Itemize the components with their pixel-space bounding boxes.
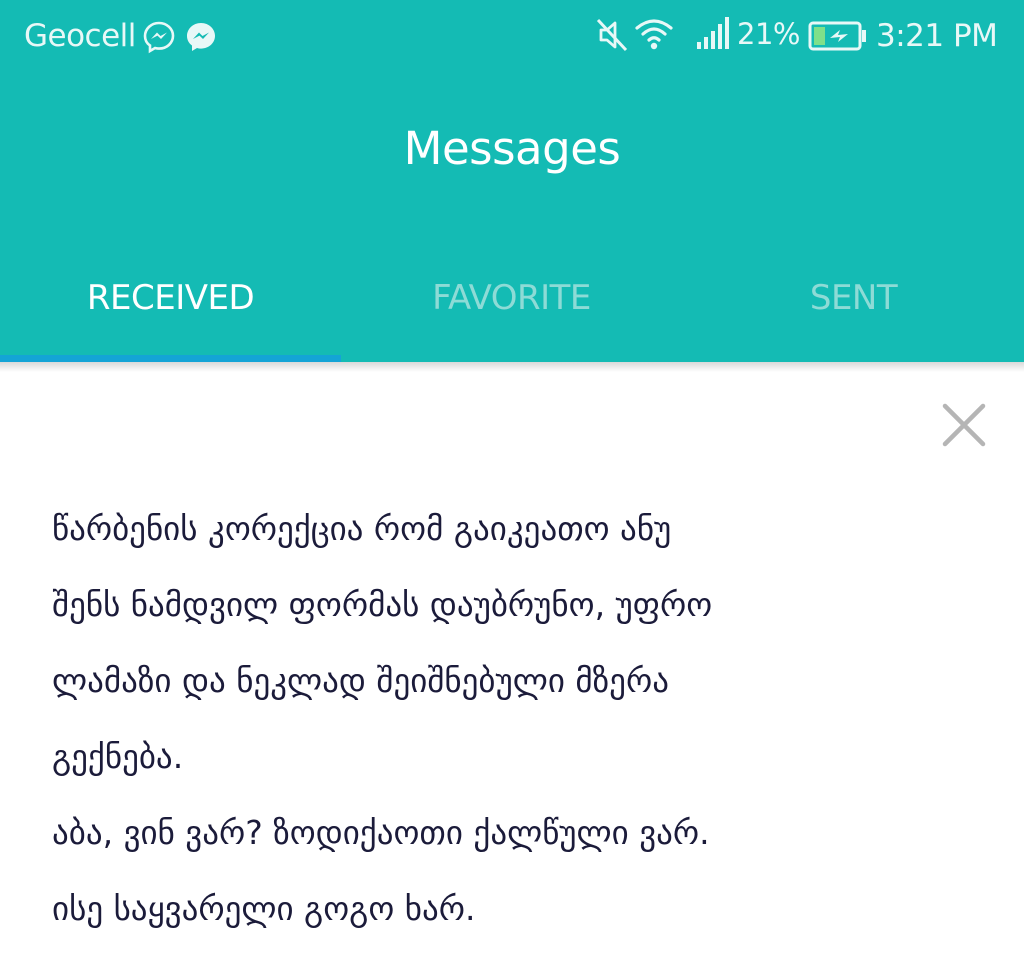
active-tab-indicator: [0, 355, 341, 362]
message-line-2: შენს ნამდვილ ფორმას დაუბრუნო, უფრო: [52, 585, 713, 624]
status-time: 3:21 PM: [876, 18, 998, 54]
app-bar-shadow: [0, 362, 1024, 372]
close-icon: [942, 403, 986, 447]
message-line-1: წარბენის კორექცია რომ გაიკეათო ანუ: [52, 509, 672, 548]
wifi-icon: [635, 19, 673, 50]
message-body: წარბენის კორექცია რომ გაიკეათო ანუ შენს …: [52, 491, 972, 947]
message-line-3: ლამაზი და ნეკლად შეიშნებული მზერა: [52, 661, 669, 700]
tab-sent[interactable]: SENT: [683, 272, 1024, 324]
message-line-5: აბა, ვინ ვარ? ზოდიქაოთი ქალწული ვარ.: [52, 813, 710, 852]
status-bar: Geocell 21% 3:21 PM: [0, 0, 1024, 72]
mute-icon: [596, 18, 628, 52]
messenger-icon: [187, 23, 215, 51]
battery-charging-icon: [808, 21, 866, 51]
app-bar: Geocell 21% 3:21 PM Messages RECEIVED FA…: [0, 0, 1024, 362]
page-title: Messages: [403, 122, 621, 175]
battery-percent: 21%: [737, 17, 800, 51]
message-line-4: გექნება.: [52, 737, 184, 776]
close-button[interactable]: [936, 397, 992, 453]
signal-icon: [697, 17, 729, 49]
messenger-outline-icon: [143, 21, 175, 54]
message-line-6: ისე საყვარელი გოგო ხარ.: [52, 889, 476, 928]
tab-received[interactable]: RECEIVED: [0, 272, 341, 324]
carrier-name: Geocell: [24, 18, 136, 54]
tab-favorite[interactable]: FAVORITE: [341, 272, 682, 324]
